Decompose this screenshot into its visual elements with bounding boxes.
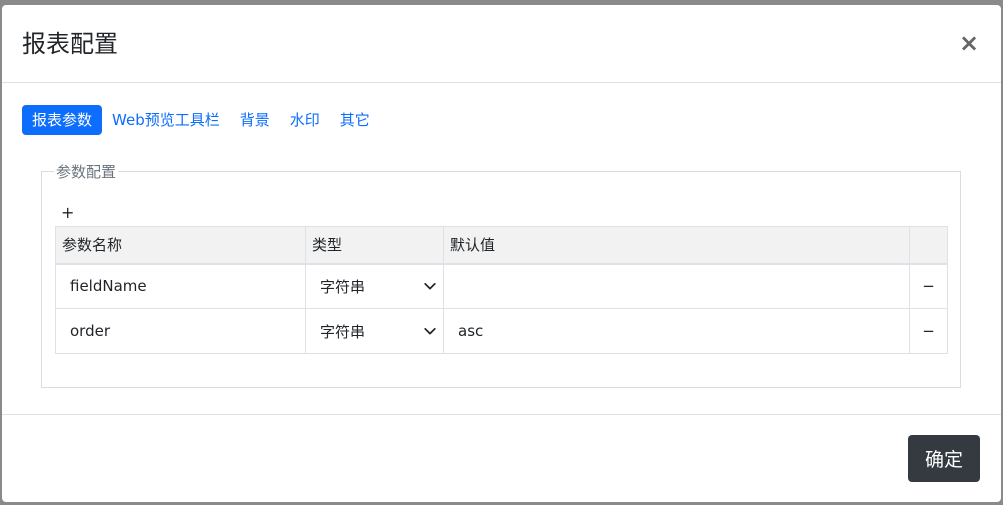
param-type-select[interactable]: 字符串 — [305, 308, 444, 354]
remove-param-button[interactable]: − — [909, 263, 948, 309]
params-fieldset: 参数配置 + 参数名称 类型 默认值 fieldName 字符串 − order… — [41, 163, 961, 388]
table-header-row: 参数名称 类型 默认值 — [55, 226, 948, 265]
add-param-button[interactable]: + — [61, 205, 74, 221]
table-row: order 字符串 asc − — [55, 308, 948, 354]
tab-background[interactable]: 背景 — [230, 105, 280, 135]
params-legend: 参数配置 — [54, 163, 119, 181]
column-header-default-value: 默认值 — [443, 226, 910, 265]
remove-param-button[interactable]: − — [909, 308, 948, 354]
column-header-actions — [909, 226, 948, 265]
param-type-value: 字符串 — [320, 277, 366, 296]
tab-report-params[interactable]: 报表参数 — [22, 104, 103, 135]
param-type-select-box[interactable]: 字符串 — [320, 321, 437, 342]
column-header-param-name: 参数名称 — [55, 226, 306, 265]
tab-other[interactable]: 其它 — [330, 105, 380, 135]
tab-web-preview-toolbar[interactable]: Web预览工具栏 — [102, 105, 230, 135]
modal-header: 报表配置 × — [2, 5, 1001, 83]
chevron-down-icon — [424, 327, 436, 335]
report-config-modal: 报表配置 × 报表参数 Web预览工具栏 背景 水印 其它 参数配置 + 参数名… — [2, 5, 1001, 502]
modal-title: 报表配置 — [22, 30, 118, 58]
close-icon[interactable]: × — [959, 31, 979, 55]
param-type-value: 字符串 — [320, 322, 366, 341]
tab-watermark[interactable]: 水印 — [280, 105, 330, 135]
param-type-select-box[interactable]: 字符串 — [320, 276, 437, 297]
table-row: fieldName 字符串 − — [55, 263, 948, 309]
param-type-select[interactable]: 字符串 — [305, 263, 444, 309]
param-default-input[interactable]: asc — [443, 308, 910, 354]
param-name-input[interactable]: order — [55, 308, 306, 354]
param-default-input[interactable] — [443, 263, 910, 309]
confirm-button[interactable]: 确定 — [908, 435, 980, 482]
param-name-input[interactable]: fieldName — [55, 263, 306, 309]
column-header-type: 类型 — [305, 226, 444, 265]
params-table: 参数名称 类型 默认值 fieldName 字符串 − order 字符串 as… — [55, 226, 948, 354]
chevron-down-icon — [424, 283, 436, 290]
tab-bar: 报表参数 Web预览工具栏 背景 水印 其它 — [22, 104, 380, 135]
modal-footer: 确定 — [2, 414, 1001, 502]
